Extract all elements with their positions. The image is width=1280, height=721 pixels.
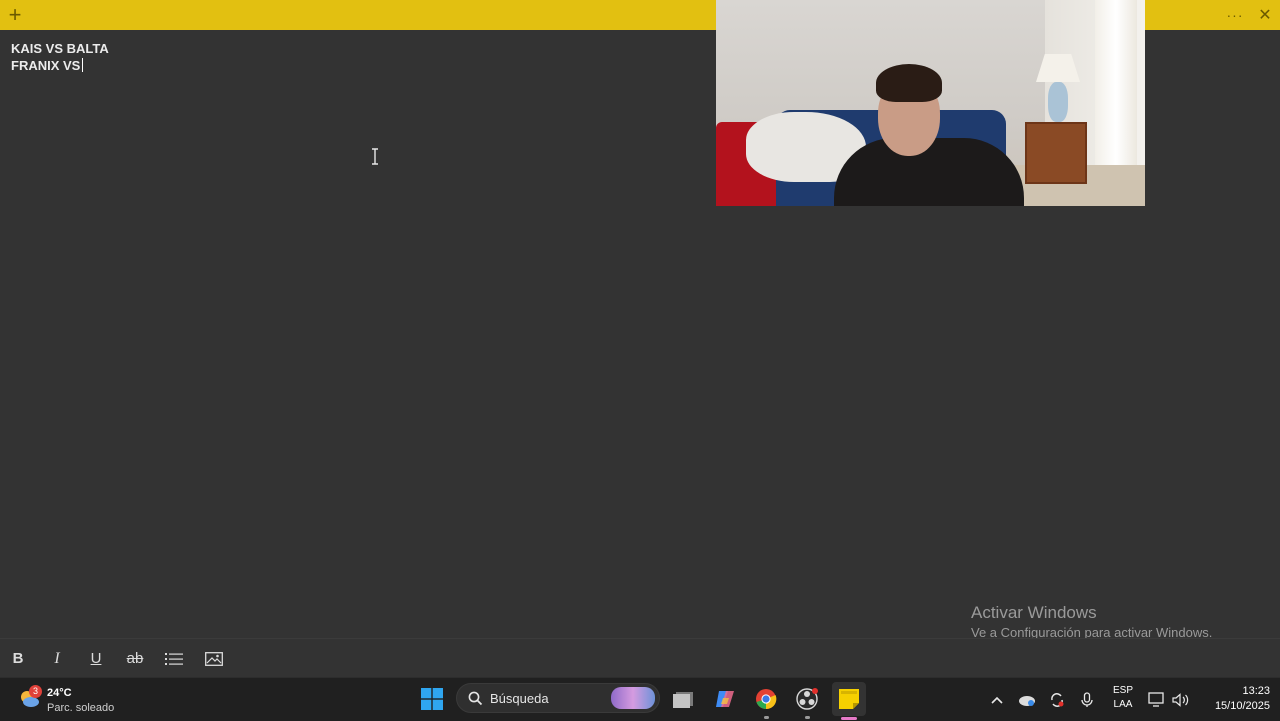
clock-time: 13:23 [1242, 685, 1270, 697]
chrome-icon [756, 689, 777, 710]
bulleted-list-icon [165, 652, 183, 665]
copilot-button[interactable] [708, 682, 742, 716]
cloud-icon [1019, 695, 1035, 706]
speaker-icon [1172, 692, 1189, 707]
sticky-notes-button[interactable] [832, 682, 866, 716]
weather-description: Parc. soleado [47, 702, 115, 714]
clock-date: 15/10/2025 [1214, 700, 1270, 712]
onedrive-button[interactable] [1016, 678, 1038, 721]
taskbar: 3 24°C Parc. soleado Búsqueda ESP LAA 13… [0, 677, 1280, 721]
sync-button[interactable] [1046, 678, 1068, 721]
weather-widget[interactable]: 3 24°C Parc. soleado [14, 681, 134, 717]
sticky-notes-icon [839, 689, 859, 709]
obs-icon [796, 688, 818, 710]
chrome-running-indicator [764, 716, 769, 719]
input-language-indicator[interactable]: ESP LAA [1110, 684, 1136, 712]
webcam-overlay [716, 0, 1145, 206]
taskbar-search-box[interactable]: Búsqueda [456, 683, 660, 713]
file-explorer-icon [673, 692, 693, 708]
sync-icon [1051, 692, 1064, 707]
search-icon [468, 691, 483, 706]
show-hidden-icons-button[interactable] [986, 678, 1008, 721]
language-code: ESP [1112, 685, 1133, 696]
format-toolbar: B I U ab [0, 638, 1280, 678]
strikethrough-button[interactable]: ab [118, 639, 152, 678]
note-line-1: KAIS VS BALTA [11, 41, 109, 56]
search-label: Búsqueda [490, 691, 549, 706]
network-icon [1148, 692, 1164, 707]
microphone-icon [1081, 691, 1093, 707]
clock[interactable]: 13:23 15/10/2025 [1196, 684, 1270, 714]
keyboard-layout: LAA [1113, 699, 1133, 710]
bold-button[interactable]: B [1, 639, 35, 678]
more-dots-icon[interactable]: ··· [1215, 0, 1255, 30]
watermark-title: Activar Windows [971, 603, 1097, 622]
insert-image-button[interactable] [197, 639, 231, 678]
image-icon [205, 651, 223, 666]
bulleted-list-button[interactable] [157, 639, 191, 678]
volume-button[interactable] [1170, 678, 1192, 721]
close-icon[interactable]: ✕ [1250, 0, 1280, 30]
weather-badge: 3 [29, 685, 42, 698]
obs-running-indicator [805, 716, 810, 719]
obs-button[interactable] [790, 682, 824, 716]
activate-windows-watermark: Activar Windows Ve a Configuración para … [971, 603, 1212, 642]
microphone-button[interactable] [1076, 678, 1098, 721]
windows-start-icon [421, 688, 443, 710]
weather-temperature: 24°C [47, 687, 72, 699]
network-button[interactable] [1146, 678, 1168, 721]
note-line-2: FRANIX VS [11, 58, 84, 74]
copilot-icon [716, 691, 734, 707]
file-explorer-button[interactable] [667, 682, 701, 716]
windows-start-button[interactable] [415, 682, 449, 716]
underline-button[interactable]: U [79, 639, 113, 678]
plus-icon[interactable]: + [0, 0, 30, 30]
chrome-button[interactable] [749, 682, 783, 716]
ibeam-cursor-icon [372, 148, 378, 165]
chevron-up-icon [991, 696, 1003, 704]
search-highlight-image [611, 687, 655, 709]
italic-button[interactable]: I [40, 639, 74, 678]
text-caret [82, 58, 84, 72]
